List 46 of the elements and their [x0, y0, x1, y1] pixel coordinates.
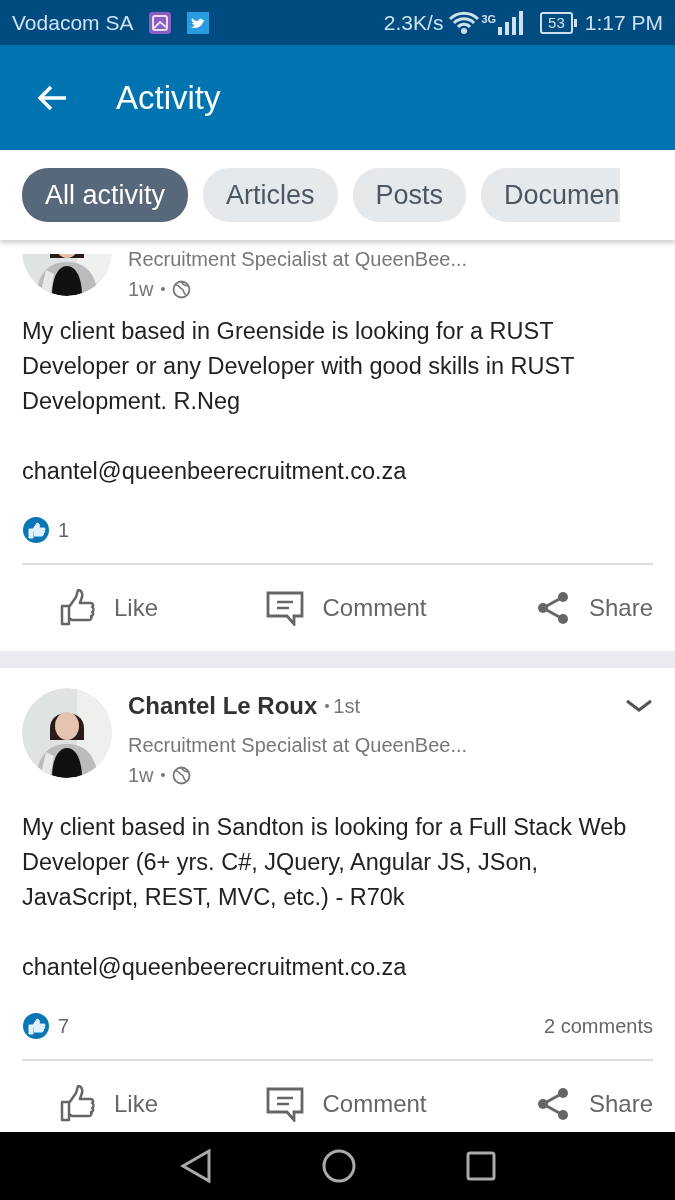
comment-button[interactable]: Comment: [266, 1086, 427, 1122]
post-text: My client based in Greenside is looking for a RUST Developer or any Developer with good skills in RUST Development. R.Neg: [22, 317, 576, 416]
globe-icon: [171, 279, 191, 299]
author-headline: Recruitment Specialist at QueenBee...: [128, 247, 469, 272]
chevron-down-icon[interactable]: [625, 698, 653, 714]
back-arrow-icon[interactable]: [36, 83, 68, 112]
network-type: 3G: [481, 11, 497, 27]
post-text: My client based in Sandton is looking for a Full Stack Web Developer (6+ yrs. C#, JQuery, Angular JS, JSon, JavaScript, REST, MVC, etc.) - R70k: [22, 813, 628, 912]
home-icon[interactable]: [321, 1149, 356, 1183]
filter-tab[interactable]: Documen: [481, 167, 620, 223]
thumbs-up-icon: [58, 589, 96, 627]
wifi-icon: [447, 9, 482, 36]
like-button[interactable]: Like: [58, 1085, 159, 1123]
thumbs-up-badge-icon: [22, 516, 50, 544]
filter-tab[interactable]: All activity: [22, 167, 189, 223]
post-text: chantel@queenbeerecruitment.co.za: [22, 457, 408, 486]
comment-count[interactable]: 2 comments: [544, 1011, 653, 1041]
connection-degree: 1st: [333, 694, 361, 719]
signal-icon: [498, 10, 525, 35]
author-name[interactable]: Chantel Le Roux: [128, 688, 318, 724]
back-icon[interactable]: [179, 1149, 212, 1183]
share-button[interactable]: Share: [534, 590, 653, 626]
battery-level: 53: [540, 11, 573, 34]
thumbs-up-badge-icon: [22, 1012, 50, 1040]
filter-tab[interactable]: Posts: [352, 167, 467, 223]
network-speed: 2.3K/s: [383, 9, 444, 36]
post-text: chantel@queenbeerecruitment.co.za: [22, 953, 408, 982]
share-button[interactable]: Share: [534, 1086, 653, 1122]
thumbs-up-icon: [58, 1085, 96, 1123]
globe-icon: [171, 765, 191, 785]
post-time: 1w: [128, 763, 154, 788]
clock: 1:17 PM: [584, 9, 663, 36]
comment-button[interactable]: Comment: [266, 590, 427, 626]
like-count[interactable]: 1: [58, 515, 70, 545]
post-time: 1w: [128, 277, 154, 302]
like-button[interactable]: Like: [58, 589, 159, 627]
author-headline: Recruitment Specialist at QueenBee...: [128, 733, 469, 758]
carrier-name: Vodacom SA: [12, 9, 134, 36]
bird-icon: [187, 11, 210, 34]
gallery-icon: [149, 11, 172, 34]
recents-icon[interactable]: [465, 1151, 496, 1181]
filter-tab[interactable]: Articles: [203, 167, 338, 223]
speech-bubble-icon: [266, 590, 305, 626]
speech-bubble-icon: [266, 1086, 305, 1122]
like-count[interactable]: 7: [58, 1011, 70, 1041]
page-title: Activity: [116, 77, 221, 118]
